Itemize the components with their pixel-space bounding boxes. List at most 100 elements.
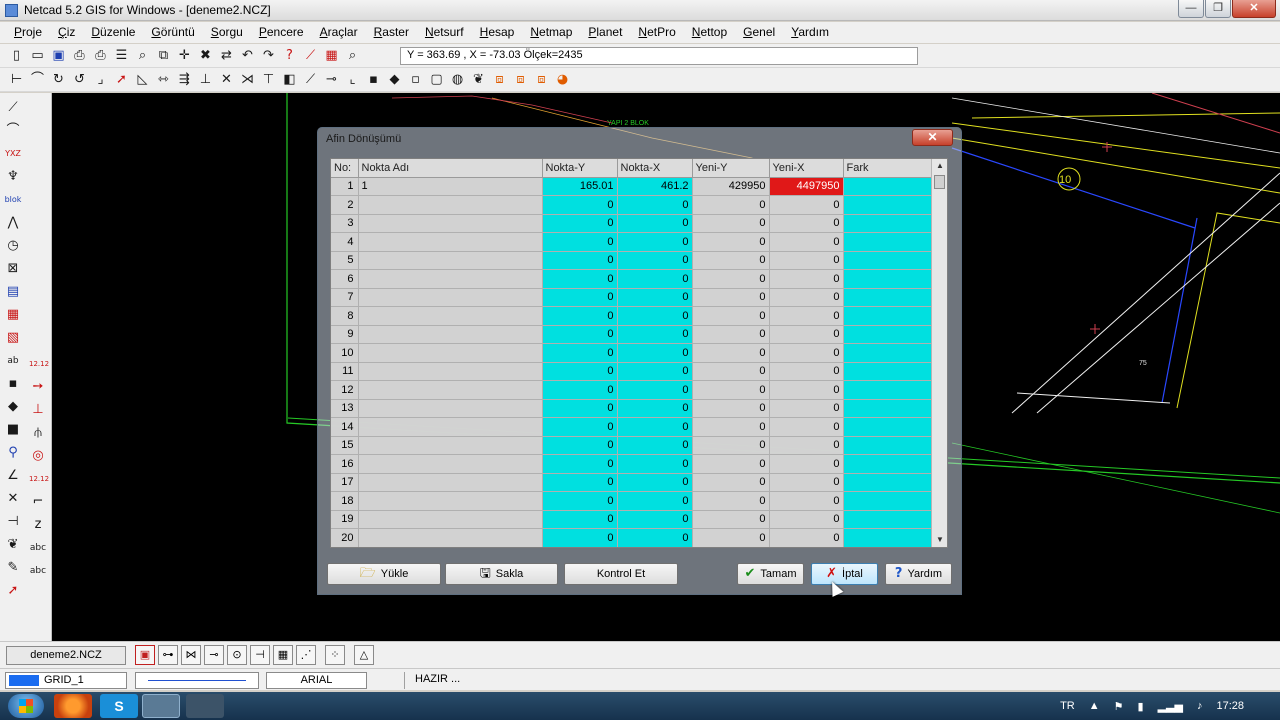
cell-name[interactable] xyxy=(358,362,543,381)
cell-name[interactable] xyxy=(358,491,543,511)
tamam-button[interactable]: ✔ Tamam xyxy=(737,563,804,585)
col-header-nokta-y[interactable]: Nokta-Y xyxy=(542,159,618,178)
leaf-tool-icon[interactable]: ❦ xyxy=(4,536,22,556)
symbol-tool-icon[interactable]: ♆ xyxy=(4,168,22,188)
cell-yeni-x[interactable]: 0 xyxy=(769,251,844,270)
cell-yeni-y[interactable]: 0 xyxy=(692,491,770,511)
brush-icon[interactable]: ✎ xyxy=(4,559,22,579)
open-folder-icon[interactable]: ▭ xyxy=(29,47,46,64)
cell-nokta-x[interactable]: 0 xyxy=(617,343,693,363)
cell-name[interactable] xyxy=(358,473,543,492)
align-icon[interactable]: ⊥ xyxy=(197,71,214,88)
cell-yeni-x[interactable]: 0 xyxy=(769,343,844,363)
col-header-no[interactable]: No: xyxy=(331,159,359,178)
rotate-right-icon[interactable]: ↻ xyxy=(50,71,67,88)
cell-yeni-x[interactable]: 0 xyxy=(769,306,844,326)
cell-yeni-x[interactable]: 0 xyxy=(769,288,844,307)
cell-yeni-y[interactable]: 0 xyxy=(692,510,770,529)
properties-icon[interactable]: ▦ xyxy=(323,47,340,64)
cell-nokta-x[interactable]: 0 xyxy=(617,473,693,492)
cell-nokta-x[interactable]: 0 xyxy=(617,251,693,270)
menu-duzenle[interactable]: Düzenle xyxy=(83,22,143,43)
point-icon[interactable]: ▪ xyxy=(4,375,22,395)
scroll-thumb[interactable] xyxy=(934,175,945,189)
block-icon-1[interactable]: ⧈ xyxy=(491,71,508,88)
col-header-fark[interactable]: Fark xyxy=(843,159,932,178)
cell-name[interactable] xyxy=(358,417,543,437)
diamond-icon[interactable]: ◆ xyxy=(386,71,403,88)
polyline-tool-icon[interactable]: ⌒ xyxy=(4,122,22,142)
cell-nokta-y[interactable]: 0 xyxy=(542,510,618,529)
block-icon-3[interactable]: ⧈ xyxy=(533,71,550,88)
cell-yeni-y[interactable]: 0 xyxy=(692,325,770,344)
cell-nokta-x[interactable]: 0 xyxy=(617,306,693,326)
cross-box-icon[interactable]: ⊠ xyxy=(4,260,22,280)
snap-endpoint-icon[interactable]: ▣ xyxy=(135,645,155,665)
menu-netsurf[interactable]: Netsurf xyxy=(417,22,472,43)
globe-icon[interactable]: ◕ xyxy=(554,71,571,88)
snap-midpoint-icon[interactable]: ⊶ xyxy=(158,645,178,665)
triangle-icon[interactable]: ◺ xyxy=(134,71,151,88)
snap-intersection-icon[interactable]: ⋈ xyxy=(181,645,201,665)
redo-icon[interactable]: ↷ xyxy=(260,47,277,64)
cell-nokta-y[interactable]: 0 xyxy=(542,454,618,474)
grid-vertical-scrollbar[interactable]: ▲ ▼ xyxy=(931,159,947,547)
cell-nokta-x[interactable]: 461.2 xyxy=(617,177,693,196)
language-indicator[interactable]: TR xyxy=(1060,700,1075,712)
minimize-button[interactable]: — xyxy=(1178,0,1204,18)
menu-netpro[interactable]: NetPro xyxy=(630,22,683,43)
hatch-icon-1[interactable]: ▦ xyxy=(4,306,22,326)
document-tab[interactable]: deneme2.NCZ xyxy=(6,646,126,665)
cell-nokta-x[interactable]: 0 xyxy=(617,269,693,289)
blok-tool-icon[interactable]: blok xyxy=(4,191,22,211)
cell-name[interactable] xyxy=(358,195,543,215)
cell-yeni-y[interactable]: 0 xyxy=(692,251,770,270)
close-button[interactable]: ✕ xyxy=(1232,0,1276,18)
cell-name[interactable] xyxy=(358,399,543,418)
cell-name[interactable] xyxy=(358,306,543,326)
line-type-selector[interactable] xyxy=(135,672,259,689)
cell-yeni-y[interactable]: 0 xyxy=(692,473,770,492)
cell-yeni-y[interactable]: 0 xyxy=(692,269,770,289)
tray-expand-icon[interactable]: ▲ xyxy=(1089,700,1100,712)
split-icon[interactable]: ⊣ xyxy=(4,513,22,533)
cell-yeni-y[interactable]: 0 xyxy=(692,380,770,400)
coord-text-icon-2[interactable]: 12.12 xyxy=(29,470,49,490)
abc-text-icon[interactable]: abc xyxy=(29,539,47,559)
menu-nettop[interactable]: Nettop xyxy=(684,22,735,43)
print-preview-icon[interactable]: ⎙ xyxy=(71,47,88,64)
col-header-nokta-x[interactable]: Nokta-X xyxy=(617,159,693,178)
cell-nokta-y[interactable]: 0 xyxy=(542,491,618,511)
find-icon[interactable]: ⌕ xyxy=(344,47,361,64)
cell-yeni-y[interactable]: 0 xyxy=(692,528,770,547)
cell-yeni-x[interactable]: 0 xyxy=(769,214,844,233)
cell-nokta-x[interactable]: 0 xyxy=(617,454,693,474)
print-icon[interactable]: ⎙ xyxy=(92,47,109,64)
square-node-icon[interactable]: ■ xyxy=(4,421,22,441)
circle-tool-icon[interactable]: ◎ xyxy=(29,447,47,467)
angle-icon[interactable]: ∠ xyxy=(4,467,22,487)
firefox-icon[interactable] xyxy=(54,694,92,718)
cell-yeni-y[interactable]: 0 xyxy=(692,195,770,215)
menu-goruntu[interactable]: Görüntü xyxy=(143,22,202,43)
z-tool-icon[interactable]: z xyxy=(29,516,47,536)
menu-hesap[interactable]: Hesap xyxy=(472,22,523,43)
cell-yeni-y[interactable]: 0 xyxy=(692,232,770,252)
network-icon[interactable]: ▂▃▅ xyxy=(1158,700,1183,713)
snap-settings-icon[interactable]: ⁘ xyxy=(325,645,345,665)
menu-raster[interactable]: Raster xyxy=(366,22,417,43)
cell-name[interactable] xyxy=(358,269,543,289)
menu-netmap[interactable]: Netmap xyxy=(522,22,580,43)
battery-icon[interactable]: ▮ xyxy=(1138,700,1144,713)
cell-yeni-y[interactable]: 0 xyxy=(692,454,770,474)
menu-genel[interactable]: Genel xyxy=(735,22,783,43)
menu-proje[interactable]: Proje xyxy=(6,22,50,43)
cell-nokta-x[interactable]: 0 xyxy=(617,214,693,233)
cell-name[interactable] xyxy=(358,510,543,529)
grid-cell-icon[interactable]: ▢ xyxy=(428,71,445,88)
measure-icon[interactable]: ⚲ xyxy=(4,444,22,464)
cell-yeni-x[interactable]: 0 xyxy=(769,325,844,344)
app-taskbar-icon[interactable] xyxy=(186,694,224,718)
skype-icon[interactable]: S xyxy=(100,694,138,718)
abc-rotate-icon[interactable]: abc xyxy=(29,562,47,582)
